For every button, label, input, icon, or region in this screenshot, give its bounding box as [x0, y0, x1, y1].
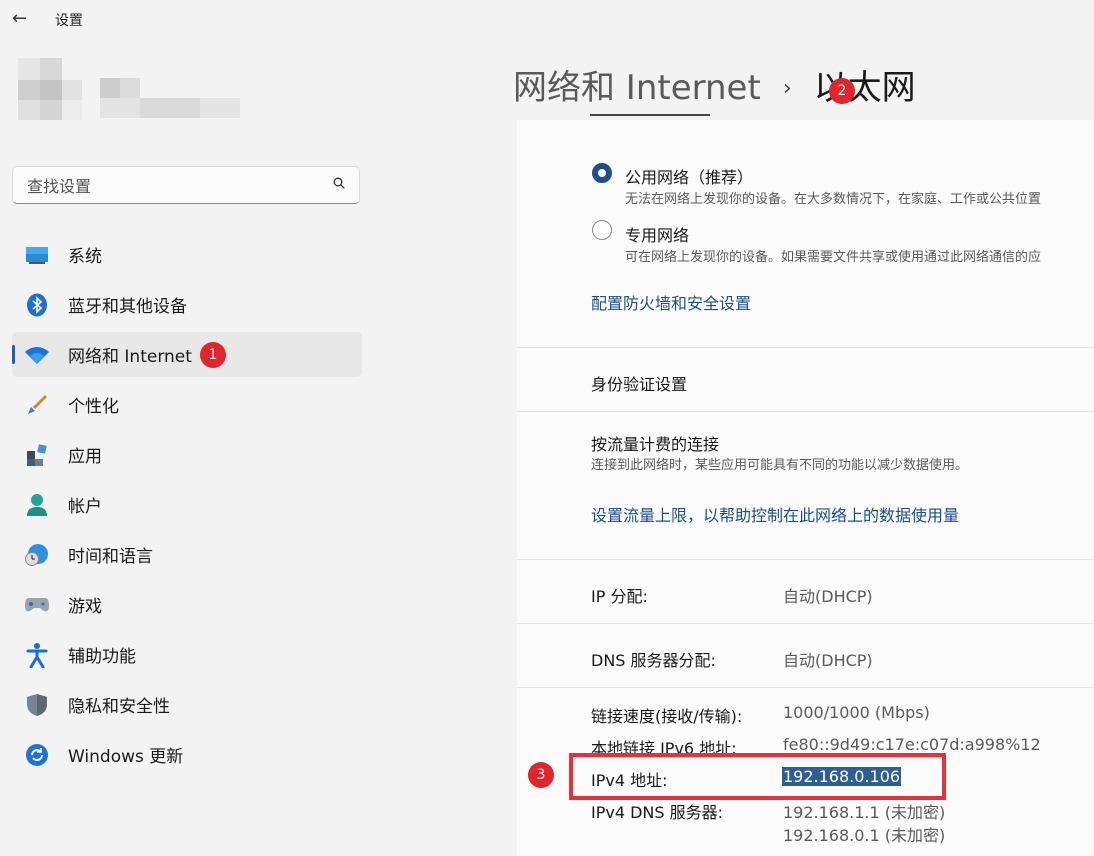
sidebar-item-apps[interactable]: 应用 — [12, 432, 362, 477]
wifi-icon — [24, 342, 50, 368]
sidebar-item-label: Windows 更新 — [68, 747, 184, 767]
blurred-user-profile — [0, 58, 260, 138]
divider — [517, 623, 1094, 624]
bluetooth-icon — [24, 292, 50, 318]
breadcrumb: 网络和 Internet › 以太网 — [513, 60, 916, 109]
active-indicator — [12, 345, 15, 364]
chevron-right-icon: › — [782, 76, 792, 101]
annotation-badge-2: 2 — [829, 78, 855, 104]
breadcrumb-parent[interactable]: 网络和 Internet — [513, 68, 761, 108]
update-icon — [24, 742, 50, 768]
public-network-radio[interactable] — [592, 163, 612, 183]
sidebar-item-accessibility[interactable]: 辅助功能 — [12, 632, 362, 677]
sidebar-item-system[interactable]: 系统 — [12, 232, 362, 277]
sidebar-item-label: 时间和语言 — [68, 547, 153, 567]
sidebar-item-time-language[interactable]: 时间和语言 — [12, 532, 362, 577]
sidebar-item-label: 应用 — [68, 447, 102, 467]
annotation-badge-2-wrap: 2 — [829, 78, 855, 104]
apps-icon — [24, 442, 50, 468]
ipv4-dns-value-2: 192.168.0.1 (未加密) — [783, 826, 946, 845]
title-bar: ← 设置 — [0, 0, 1094, 38]
divider — [517, 411, 1094, 412]
firewall-settings-link[interactable]: 配置防火墙和安全设置 — [591, 290, 751, 314]
sidebar-item-label: 网络和 Internet — [68, 347, 192, 367]
ipv4-dns-value-1: 192.168.1.1 (未加密) — [783, 803, 946, 822]
public-network-label: 公用网络（推荐） — [625, 168, 754, 187]
search-box[interactable] — [12, 166, 360, 204]
private-network-label: 专用网络 — [625, 226, 690, 245]
accessibility-icon — [24, 642, 50, 668]
ipv4-highlight-box — [569, 753, 946, 800]
link-speed-label: 链接速度(接收/传输): — [591, 707, 743, 726]
person-icon — [24, 492, 50, 518]
ip-assignment-value: 自动(DHCP) — [783, 587, 873, 606]
scrolled-heading-fragment — [590, 111, 720, 120]
sidebar-item-label: 游戏 — [68, 597, 102, 617]
metered-connection-label: 按流量计费的连接 — [591, 435, 720, 454]
sidebar-item-gaming[interactable]: 游戏 — [12, 582, 362, 627]
brush-icon — [24, 392, 50, 418]
sidebar-item-label: 辅助功能 — [68, 647, 136, 667]
private-network-radio[interactable] — [592, 220, 612, 240]
data-limit-link[interactable]: 设置流量上限，以帮助控制在此网络上的数据使用量 — [591, 502, 959, 526]
sidebar-item-label: 蓝牙和其他设备 — [68, 297, 187, 317]
divider — [517, 687, 1094, 688]
dns-assignment-value: 自动(DHCP) — [783, 651, 873, 670]
link-speed-value: 1000/1000 (Mbps) — [783, 703, 930, 722]
sidebar-item-privacy[interactable]: 隐私和安全性 — [12, 682, 362, 727]
search-icon[interactable] — [333, 177, 345, 189]
gamepad-icon — [24, 592, 50, 618]
sidebar-item-bluetooth[interactable]: 蓝牙和其他设备 — [12, 282, 362, 327]
sidebar-item-network[interactable]: 网络和 Internet 1 — [12, 332, 362, 377]
metered-connection-desc: 连接到此网络时，某些应用可能具有不同的功能以减少数据使用。 — [591, 458, 969, 473]
sidebar-nav: 系统 蓝牙和其他设备 网络和 Internet 1 个性化 应用 帐户 时间和语… — [12, 232, 362, 782]
sidebar-item-label: 帐户 — [68, 497, 102, 517]
ipv4-dns-label: IPv4 DNS 服务器: — [591, 803, 724, 822]
auth-settings-label[interactable]: 身份验证设置 — [591, 371, 687, 395]
app-title: 设置 — [55, 13, 83, 29]
dns-assignment-label: DNS 服务器分配: — [591, 651, 716, 670]
divider — [517, 347, 1094, 348]
sidebar-item-label: 个性化 — [68, 397, 119, 417]
ip-assignment-label: IP 分配: — [591, 587, 648, 606]
annotation-badge-3-wrap: 3 — [528, 762, 554, 788]
sidebar-item-label: 隐私和安全性 — [68, 697, 170, 717]
sidebar-item-label: 系统 — [68, 247, 102, 267]
divider — [517, 559, 1094, 560]
ipv6-value: fe80::9d49:c17e:c07d:a998%12 — [783, 735, 1041, 754]
shield-icon — [24, 692, 50, 718]
sidebar-item-personalization[interactable]: 个性化 — [12, 382, 362, 427]
annotation-badge-3: 3 — [528, 762, 554, 788]
globe-clock-icon — [24, 542, 50, 568]
back-arrow-icon[interactable]: ← — [12, 8, 27, 29]
public-network-desc: 无法在网络上发现你的设备。在大多数情况下，在家庭、工作或公共位置 — [625, 192, 1042, 207]
annotation-badge-1: 1 — [199, 341, 226, 368]
sidebar-item-windows-update[interactable]: Windows 更新 — [12, 732, 362, 777]
sidebar-item-accounts[interactable]: 帐户 — [12, 482, 362, 527]
private-network-desc: 可在网络上发现你的设备。如果需要文件共享或使用通过此网络通信的应 — [625, 250, 1042, 265]
display-icon — [24, 242, 50, 268]
search-input[interactable] — [25, 174, 319, 198]
